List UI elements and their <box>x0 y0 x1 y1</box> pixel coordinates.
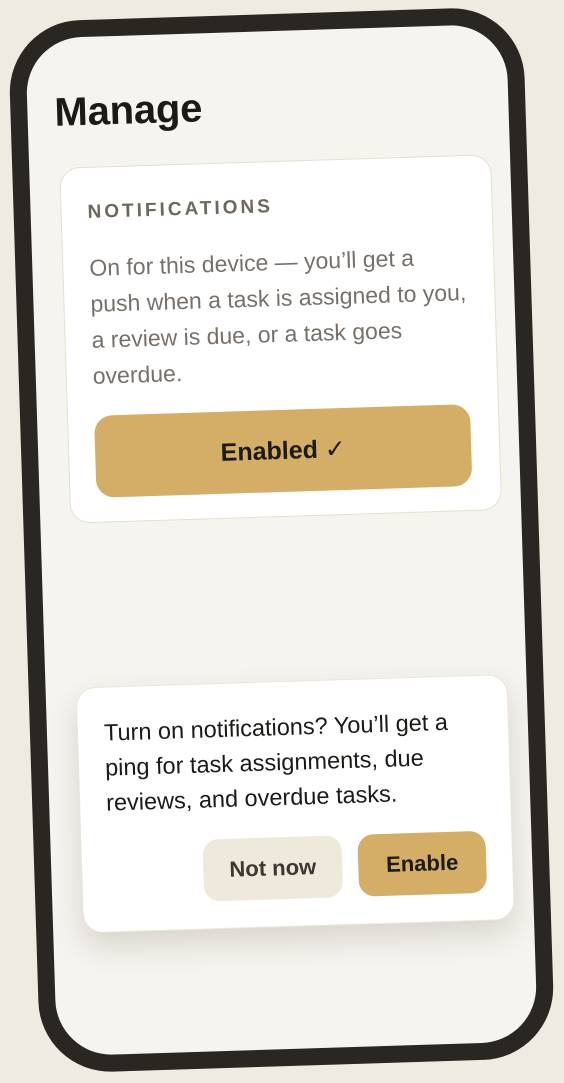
notifications-card-heading: NOTIFICATIONS <box>87 196 274 223</box>
stage: Manage NOTIFICATIONS On for this device … <box>0 0 564 1083</box>
notifications-card: NOTIFICATIONS On for this device — you’l… <box>59 154 503 524</box>
phone-screen: Manage NOTIFICATIONS On for this device … <box>25 23 538 1057</box>
phone-frame: Manage NOTIFICATIONS On for this device … <box>7 6 556 1074</box>
not-now-button[interactable]: Not now <box>202 835 344 902</box>
page-title: Manage <box>53 86 203 135</box>
enable-button[interactable]: Enable <box>357 830 488 897</box>
notification-permission-prompt: Turn on notifications? You’ll get a ping… <box>75 673 516 934</box>
prompt-message: Turn on notifications? You’ll get a ping… <box>103 708 449 816</box>
prompt-actions: Not now Enable <box>107 830 488 905</box>
notifications-card-description: On for this device — you’ll get a push w… <box>88 244 467 389</box>
notifications-enabled-button[interactable]: Enabled ✓ <box>94 404 473 498</box>
